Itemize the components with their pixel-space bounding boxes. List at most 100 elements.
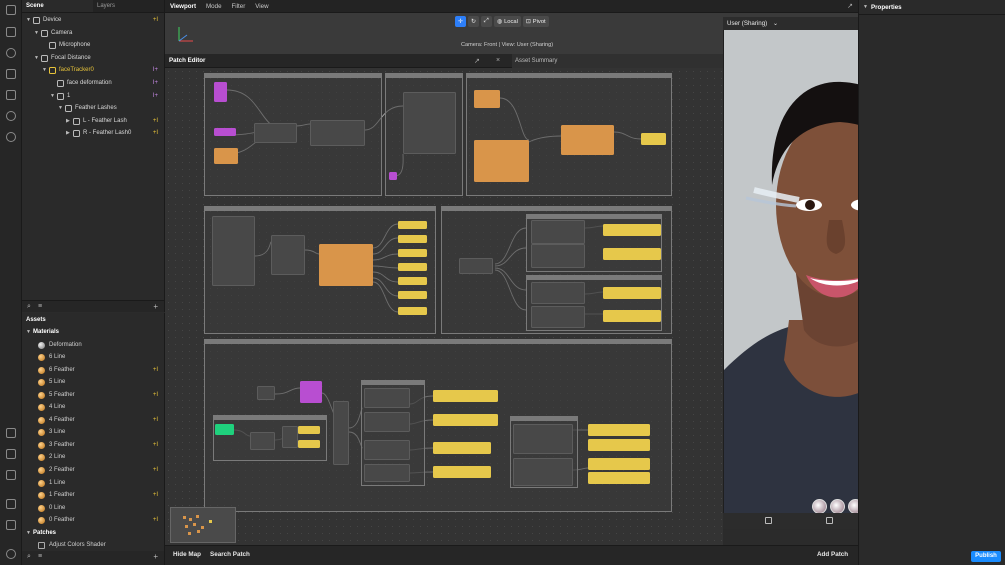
- viewport-icon[interactable]: [6, 27, 16, 37]
- patch-link-icon[interactable]: I+: [153, 64, 158, 77]
- patch-node[interactable]: [212, 216, 255, 286]
- patch-node[interactable]: [298, 440, 320, 448]
- asset-item[interactable]: 1 Feather +I: [22, 489, 164, 502]
- chevron-down-icon[interactable]: ⌄: [773, 20, 778, 27]
- patch-node[interactable]: [588, 439, 650, 451]
- patch-link-icon[interactable]: I+: [153, 77, 158, 90]
- chevron-right-icon[interactable]: ▶: [66, 127, 70, 140]
- patch-link-icon[interactable]: +I: [153, 414, 158, 427]
- patch-node[interactable]: [433, 442, 491, 454]
- rotate-tool-button[interactable]: ↻: [468, 16, 479, 27]
- patch-node[interactable]: [364, 464, 410, 482]
- expand-icon[interactable]: ↗: [847, 2, 853, 10]
- video-icon[interactable]: [6, 69, 16, 79]
- tab-scene[interactable]: Scene: [22, 0, 93, 12]
- search-icon[interactable]: [6, 132, 16, 142]
- patch-node[interactable]: [603, 310, 661, 322]
- scene-tree-item[interactable]: Microphone: [22, 39, 164, 52]
- asset-item[interactable]: 3 Feather +I: [22, 439, 164, 452]
- search-patch-button[interactable]: Search Patch: [210, 551, 250, 558]
- patch-node[interactable]: [513, 424, 573, 454]
- patch-link-icon[interactable]: +I: [153, 115, 158, 128]
- patch-node[interactable]: [271, 235, 305, 275]
- asset-group[interactable]: ▼ Materials: [22, 326, 164, 339]
- patch-link-icon[interactable]: +I: [153, 127, 158, 140]
- asset-item[interactable]: 5 Line: [22, 376, 164, 389]
- local-button[interactable]: ◍ Local: [494, 16, 521, 27]
- asset-item[interactable]: 4 Line: [22, 401, 164, 414]
- asset-item[interactable]: Adjust Colors Shader: [22, 539, 164, 551]
- chevron-down-icon[interactable]: ▼: [50, 90, 55, 103]
- upload-icon[interactable]: [6, 470, 16, 480]
- patch-link-icon[interactable]: +I: [153, 439, 158, 452]
- asset-item[interactable]: 4 Feather +I: [22, 414, 164, 427]
- device-preview-icon[interactable]: [6, 90, 16, 100]
- patch-node[interactable]: [257, 386, 275, 400]
- patch-node[interactable]: [250, 432, 275, 450]
- patch-node[interactable]: [364, 412, 410, 432]
- asset-item[interactable]: Deformation: [22, 339, 164, 352]
- settings-icon[interactable]: [6, 549, 16, 559]
- patch-node[interactable]: [398, 249, 427, 257]
- scene-tree-item[interactable]: ▶ L - Feather Lash +I: [22, 115, 164, 128]
- patch-node[interactable]: [254, 123, 297, 143]
- chevron-right-icon[interactable]: ▶: [66, 115, 70, 128]
- add-patch-button[interactable]: Add Patch: [817, 551, 848, 558]
- scene-tree-item[interactable]: ▼ faceTracker0 I+: [22, 64, 164, 77]
- patch-node[interactable]: [531, 220, 585, 244]
- scene-tree-item[interactable]: ▶ R - Feather Lash0 +I: [22, 127, 164, 140]
- patch-node[interactable]: [603, 248, 661, 260]
- chevron-down-icon[interactable]: ▼: [34, 52, 39, 65]
- patch-node[interactable]: [214, 148, 238, 164]
- patch-link-icon[interactable]: +I: [153, 464, 158, 477]
- patch-node[interactable]: [474, 140, 529, 182]
- scene-tree-item[interactable]: ▼ 1 I+: [22, 90, 164, 103]
- asset-item[interactable]: 0 Feather +I: [22, 514, 164, 527]
- patch-node[interactable]: [513, 458, 573, 486]
- patch-node[interactable]: [398, 235, 427, 243]
- hide-map-button[interactable]: Hide Map: [173, 551, 201, 558]
- patch-node[interactable]: [588, 472, 650, 484]
- import-icon[interactable]: [6, 428, 16, 438]
- patch-node[interactable]: [398, 291, 427, 299]
- patch-node[interactable]: [531, 282, 585, 304]
- patch-node[interactable]: [310, 120, 365, 146]
- patch-node[interactable]: [364, 388, 410, 408]
- tab-layers[interactable]: Layers: [93, 0, 164, 12]
- patch-node[interactable]: [433, 414, 498, 426]
- patch-link-icon[interactable]: I+: [153, 90, 158, 103]
- patch-node[interactable]: [364, 440, 410, 460]
- asset-item[interactable]: 2 Feather +I: [22, 464, 164, 477]
- patch-node[interactable]: [214, 82, 227, 102]
- patch-node[interactable]: [215, 424, 234, 435]
- patch-link-icon[interactable]: +I: [153, 514, 158, 527]
- filter-icon[interactable]: ≡: [38, 553, 42, 560]
- refresh-icon[interactable]: [6, 111, 16, 121]
- scene-tree-item[interactable]: ▼ Camera: [22, 27, 164, 40]
- effect-swatch[interactable]: [830, 499, 845, 513]
- scale-tool-button[interactable]: ⤢: [481, 16, 492, 27]
- chevron-down-icon[interactable]: ▼: [58, 102, 63, 115]
- scene-tree-item[interactable]: ▼ Focal Distance: [22, 52, 164, 65]
- patch-node[interactable]: [398, 307, 427, 315]
- export-icon[interactable]: [6, 449, 16, 459]
- asset-item[interactable]: 6 Line: [22, 351, 164, 364]
- patch-link-icon[interactable]: +I: [153, 389, 158, 402]
- effect-swatch[interactable]: [812, 499, 827, 513]
- pivot-button[interactable]: ⊡ Pivot: [522, 16, 549, 27]
- chevron-down-icon[interactable]: ▼: [26, 527, 31, 540]
- menu-filter[interactable]: Filter: [227, 3, 251, 10]
- patch-node[interactable]: [398, 263, 427, 271]
- add-object-icon[interactable]: +: [153, 302, 158, 311]
- patch-node[interactable]: [433, 466, 491, 478]
- layers-tool-icon[interactable]: [6, 520, 16, 530]
- patch-node[interactable]: [403, 92, 456, 154]
- patch-node[interactable]: [333, 401, 349, 465]
- search-icon[interactable]: ⌕: [27, 553, 31, 561]
- patch-node[interactable]: [588, 424, 650, 436]
- patch-node[interactable]: [561, 125, 614, 155]
- patch-node[interactable]: [214, 128, 236, 136]
- patch-canvas[interactable]: [165, 68, 723, 545]
- asset-item[interactable]: 2 Line: [22, 451, 164, 464]
- patch-node[interactable]: [603, 224, 661, 236]
